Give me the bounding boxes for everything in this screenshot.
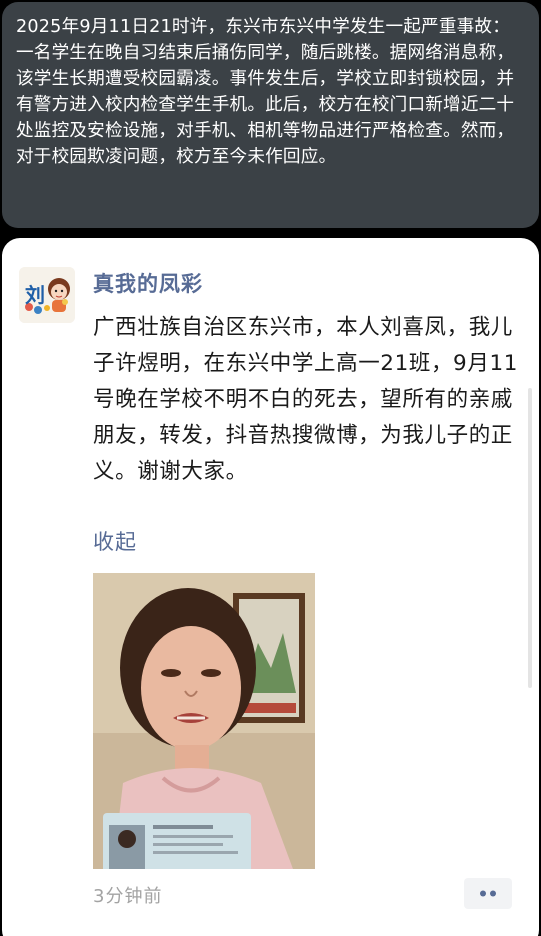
- author-name[interactable]: 真我的凤彩: [93, 268, 203, 298]
- photo-image: [93, 573, 315, 869]
- more-actions-button[interactable]: [464, 878, 512, 909]
- post-time: 3分钟前: [93, 886, 163, 907]
- caption-text: 2025年9月11日21时许，东兴市东兴中学发生一起严重事故：一名学生在晚自习结…: [16, 17, 515, 167]
- avatar-glyph: 刘: [25, 283, 45, 307]
- collapse-link[interactable]: 收起: [93, 526, 137, 556]
- avatar[interactable]: 刘: [19, 267, 75, 323]
- post-text: 广西壮族自治区东兴市，本人刘喜凤，我儿子许煜明，在东兴中学上高一21班，9月11…: [93, 315, 518, 484]
- screen: 2025年9月11日21时许，东兴市东兴中学发生一起严重事故：一名学生在晚自习结…: [0, 0, 541, 936]
- post-photo[interactable]: [93, 573, 315, 869]
- scrollbar[interactable]: [528, 388, 532, 688]
- moment-card: 刘 真我的凤彩 广西壮族自治区东兴市，本人刘喜凤，我儿子许煜明，在东兴中学上高一…: [2, 238, 539, 936]
- news-caption: 2025年9月11日21时许，东兴市东兴中学发生一起严重事故：一名学生在晚自习结…: [2, 2, 539, 228]
- more-dots-icon: [480, 890, 496, 897]
